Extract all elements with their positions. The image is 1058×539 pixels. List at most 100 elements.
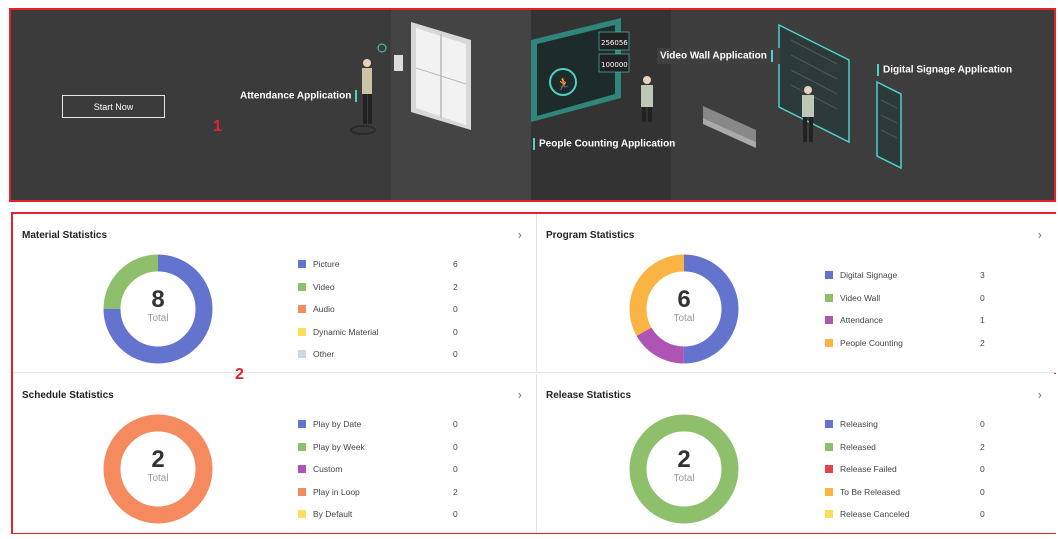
legend-item: People Counting 2 — [825, 338, 995, 361]
legend-swatch — [298, 420, 306, 428]
card-title: Material Statistics — [22, 230, 108, 241]
legend-item-value: 0 — [453, 441, 458, 452]
people-counting-application-label[interactable]: People Counting Application — [529, 138, 675, 150]
legend-item-value: 2 — [980, 441, 985, 452]
legend-item: Video 2 — [298, 282, 468, 305]
statistics-panel: 2 Material Statistics › 8 Total Picture 6… — [11, 212, 1056, 534]
total-count: 2 — [151, 446, 165, 473]
accent-bar — [533, 138, 535, 150]
legend-item: Play by Date 0 — [298, 419, 468, 442]
material-statistics-card: Material Statistics › 8 Total Picture 6 Vi… — [13, 214, 537, 373]
legend: Play by Date 0 Play by Week 0 Custom 0 Play in… — [298, 419, 468, 532]
legend-item-value: 2 — [980, 337, 985, 348]
legend-item: Attendance 1 — [825, 315, 995, 338]
legend-item-value: 6 — [453, 259, 458, 269]
card-title: Release Statistics — [546, 390, 632, 401]
legend-item-name: Attendance — [840, 315, 884, 326]
legend-item-value: 0 — [980, 509, 985, 520]
legend-item-value: 3 — [980, 270, 985, 280]
legend-item: Play by Week 0 — [298, 442, 468, 465]
legend-item-name: Video Wall — [840, 292, 881, 303]
accent-bar — [877, 64, 879, 76]
total-count: 8 — [151, 286, 165, 313]
donut-center: 6 Total — [629, 287, 739, 325]
program-statistics-card: Program Statistics › 6 Total Digital Sig… — [537, 214, 1056, 373]
legend-item-name: Dynamic Material — [313, 326, 379, 337]
legend-item-value: 0 — [453, 304, 458, 315]
legend-swatch — [298, 442, 306, 451]
legend-item-name: Releasing — [840, 419, 878, 429]
legend-item: Play in Loop 2 — [298, 487, 468, 510]
legend: Releasing 0 Released 2 Release Failed 0 To Be … — [825, 419, 995, 532]
legend-swatch — [298, 510, 306, 519]
legend-swatch — [825, 465, 833, 474]
legend: Picture 6 Video 2 Audio 0 Dynamic Material 0 Oth… — [298, 259, 468, 372]
legend-item-name: Play by Week — [313, 441, 365, 452]
chevron-right-icon[interactable]: › — [518, 227, 522, 242]
attendance-application-text: Attendance Application — [240, 90, 352, 102]
annotation-marker-2: 2 — [235, 366, 244, 383]
legend-swatch — [825, 293, 833, 302]
start-now-button[interactable]: Start Now — [62, 95, 165, 118]
legend-item-value: 0 — [453, 326, 458, 337]
total-label: Total — [147, 313, 169, 324]
legend-item-name: Audio — [313, 304, 335, 315]
application-banner: 🏃 256056 100000 Start Now Attendance App… — [9, 8, 1056, 202]
donut-center: 2 Total — [629, 446, 739, 485]
legend-swatch — [825, 487, 833, 496]
legend-item: Digital Signage 3 — [825, 270, 995, 293]
donut-center: 2 Total — [103, 446, 213, 485]
card-title: Program Statistics — [546, 230, 635, 241]
legend-item-name: Picture — [313, 259, 340, 269]
legend-swatch — [298, 327, 306, 336]
attendance-application-label[interactable]: Attendance Application — [240, 90, 361, 102]
legend-item-name: Video — [313, 281, 335, 292]
legend-swatch — [825, 510, 833, 519]
legend-item: Custom 0 — [298, 464, 468, 487]
video-wall-application-label[interactable]: Video Wall Application — [657, 48, 780, 64]
legend-item-value: 0 — [980, 292, 985, 303]
legend-swatch — [298, 465, 306, 474]
legend-swatch — [825, 271, 833, 279]
chevron-right-icon[interactable]: › — [1038, 387, 1042, 402]
legend-swatch — [298, 305, 306, 314]
legend-swatch — [825, 442, 833, 451]
legend-item-value: 0 — [980, 464, 985, 475]
legend-item-value: 0 — [453, 464, 458, 475]
video-wall-application-text: Video Wall Application — [660, 50, 767, 62]
total-label: Total — [673, 473, 695, 484]
donut-center: 8 Total — [103, 286, 213, 325]
legend: Digital Signage 3 Video Wall 0 Attendance 1 Pe… — [825, 270, 995, 360]
legend-item-value: 0 — [980, 419, 985, 429]
legend-item: To Be Released 0 — [825, 487, 995, 510]
legend-swatch — [298, 282, 306, 291]
annotation-marker-1: 1 — [213, 118, 222, 135]
legend-item: Audio 0 — [298, 304, 468, 327]
legend-item: Release Canceled 0 — [825, 509, 995, 532]
people-counting-application-text: People Counting Application — [539, 138, 676, 150]
legend-swatch — [298, 260, 306, 268]
legend-item-name: Other — [313, 349, 335, 360]
legend-item-name: Play in Loop — [313, 486, 360, 497]
chevron-right-icon[interactable]: › — [518, 387, 522, 402]
accent-bar — [770, 50, 773, 62]
legend-item-value: 1 — [980, 315, 985, 326]
release-statistics-card: Release Statistics › 2 Total Releasing 0 R… — [537, 374, 1056, 533]
card-title: Schedule Statistics — [22, 390, 114, 401]
total-count: 2 — [677, 446, 691, 473]
legend-item-value: 0 — [453, 509, 458, 520]
digital-signage-application-text: Digital Signage Application — [883, 64, 1013, 76]
digital-signage-application-label[interactable]: Digital Signage Application — [873, 64, 1012, 76]
legend-item-name: Released — [840, 441, 876, 452]
total-label: Total — [673, 313, 695, 324]
legend-item-value: 0 — [453, 419, 458, 429]
legend-item: Other 0 — [298, 349, 468, 372]
legend-item: Dynamic Material 0 — [298, 327, 468, 350]
legend-swatch — [825, 420, 833, 428]
legend-item-name: Release Canceled — [840, 509, 910, 520]
total-label: Total — [147, 473, 169, 484]
chevron-right-icon[interactable]: › — [1038, 227, 1042, 242]
legend-item: Released 2 — [825, 442, 995, 465]
legend-item: Video Wall 0 — [825, 293, 995, 316]
legend-swatch — [825, 316, 833, 325]
